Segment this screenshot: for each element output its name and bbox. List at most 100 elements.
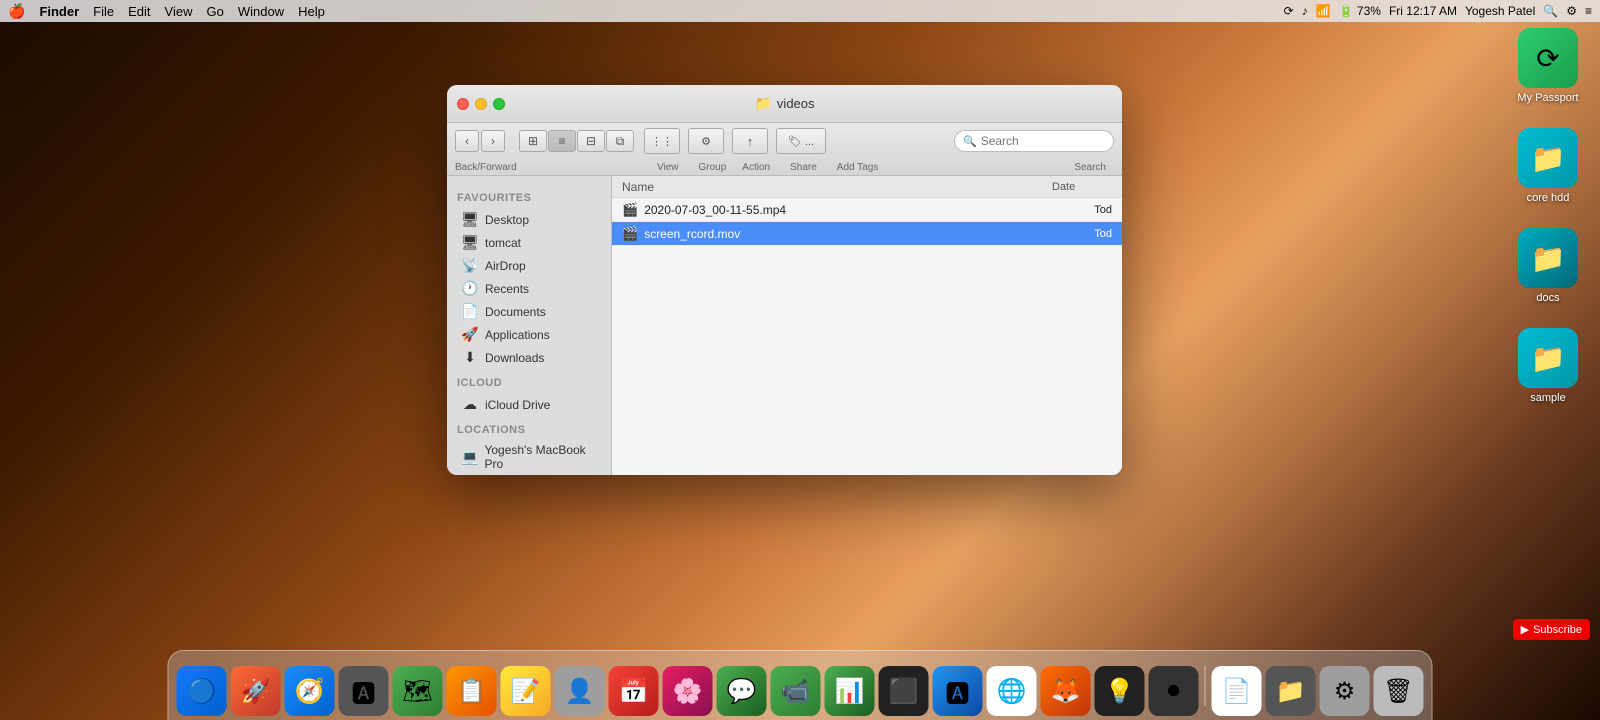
dock-calendar[interactable]: 📅 (609, 666, 659, 716)
subscribe-button[interactable]: ▶ Subscribe (1513, 619, 1590, 640)
dock-separator (1205, 666, 1206, 706)
view-icon-button[interactable]: ⊞ (519, 130, 547, 152)
file-list: Name Date 🎬 2020-07-03_00-11-55.mp4 Tod … (612, 176, 1122, 475)
icloud-icon: ☁ (461, 396, 479, 413)
menubar-view[interactable]: View (165, 4, 193, 19)
tomcat-icon: 🖥 (461, 234, 479, 251)
desktop-icon-timemachine[interactable]: ⟳ My Passport (1508, 28, 1588, 104)
file-name: 2020-07-03_00-11-55.mp4 (644, 203, 1052, 217)
dock-trash[interactable]: 🗑 (1374, 666, 1424, 716)
dock-obs[interactable]: ⏺ (1149, 666, 1199, 716)
search-box[interactable]: 🔍 (954, 130, 1114, 152)
wifi-icon: 📶 (1316, 4, 1331, 18)
forward-button[interactable]: › (481, 130, 505, 152)
minimize-button[interactable] (475, 98, 487, 110)
sidebar-item-downloads[interactable]: ⬇ Downloads (451, 346, 607, 369)
audio-icon: ♪ (1302, 4, 1308, 18)
view-buttons: ⊞ ≡ ⊟ ⧉ (519, 130, 634, 152)
file-icon: 🎬 (622, 202, 638, 218)
dock-safari[interactable]: 🧭 (285, 666, 335, 716)
desktop-icon: 🖥 (461, 211, 479, 228)
dock-maps[interactable]: 🗺 (393, 666, 443, 716)
battery-status: 🔋 73% (1339, 4, 1381, 18)
menubar-go[interactable]: Go (206, 4, 223, 19)
table-row[interactable]: 🎬 2020-07-03_00-11-55.mp4 Tod (612, 198, 1122, 222)
action-label: Action (742, 162, 770, 173)
file-list-header: Name Date (612, 176, 1122, 198)
dock-chrome[interactable]: 🌐 (987, 666, 1037, 716)
applications-icon: 🚀 (461, 326, 479, 343)
control-center-icon[interactable]: ⚙ (1566, 4, 1577, 18)
youtube-icon: ▶ (1521, 623, 1529, 636)
table-row[interactable]: 🎬 screen_rcord.mov Tod (612, 222, 1122, 246)
group-button[interactable]: ⋮⋮ (644, 128, 680, 154)
time-machine-icon: ⟳ (1284, 4, 1294, 18)
sidebar-item-icloud-drive[interactable]: ☁ iCloud Drive (451, 393, 607, 416)
view-gallery-button[interactable]: ⧉ (606, 130, 634, 152)
dock-launchpad[interactable]: 🚀 (231, 666, 281, 716)
sidebar-item-tomcat[interactable]: 🖥 tomcat (451, 231, 607, 254)
dock-filemanager[interactable]: 📁 (1266, 666, 1316, 716)
dock-contacts[interactable]: 👤 (555, 666, 605, 716)
favourites-title: Favourites (447, 184, 611, 208)
dock-facetime[interactable]: 📹 (771, 666, 821, 716)
traffic-lights (457, 98, 505, 110)
desktop-icon-docs[interactable]: 📁 docs (1508, 228, 1588, 304)
view-list-button[interactable]: ≡ (548, 130, 576, 152)
close-button[interactable] (457, 98, 469, 110)
sidebar-item-airdrop[interactable]: 📡 AirDrop (451, 254, 607, 277)
user-name: Yogesh Patel (1465, 4, 1535, 18)
dock-clipboard[interactable]: 📋 (447, 666, 497, 716)
col-name-header: Name (622, 180, 1052, 194)
downloads-icon: ⬇ (461, 349, 479, 366)
col-date-header: Date (1052, 181, 1112, 193)
addtags-button[interactable]: 🏷 ... (776, 128, 826, 154)
search-icon[interactable]: 🔍 (1543, 4, 1558, 18)
sidebar-item-recents[interactable]: 🕐 Recents (451, 277, 607, 300)
recents-icon: 🕐 (461, 280, 479, 297)
dock-messages[interactable]: 💬 (717, 666, 767, 716)
dock-intellij[interactable]: 💡 (1095, 666, 1145, 716)
action-button[interactable]: ⚙ (688, 128, 724, 154)
dock: 🔵 🚀 🧭 🅰 🗺 📋 📝 👤 📅 🌸 💬 📹 📊 ⬛ 🅰 🌐 🦊 💡 ⏺ 📄 … (168, 650, 1433, 720)
menubar-finder[interactable]: Finder (39, 4, 79, 19)
sidebar: Favourites 🖥 Desktop 🖥 tomcat 📡 AirDrop … (447, 176, 612, 475)
desktop-icon-sample[interactable]: 📁 sample (1508, 328, 1588, 404)
documents-icon: 📄 (461, 303, 479, 320)
sidebar-item-desktop[interactable]: 🖥 Desktop (451, 208, 607, 231)
dock-stickies[interactable]: 📝 (501, 666, 551, 716)
search-input[interactable] (981, 134, 1105, 148)
maximize-button[interactable] (493, 98, 505, 110)
view-column-button[interactable]: ⊟ (577, 130, 605, 152)
share-button[interactable]: ↑ (732, 128, 768, 154)
view-label: View (657, 162, 679, 173)
menubar-help[interactable]: Help (298, 4, 325, 19)
share-label: Share (790, 162, 817, 173)
nav-buttons: ‹ › (455, 130, 505, 152)
dock-firefox[interactable]: 🦊 (1041, 666, 1091, 716)
dock-numbers[interactable]: 📊 (825, 666, 875, 716)
menubar-edit[interactable]: Edit (128, 4, 150, 19)
dock-appstore[interactable]: 🅰 (933, 666, 983, 716)
window-titlebar: 📁 videos (447, 85, 1122, 123)
menu-extras-icon[interactable]: ≡ (1585, 4, 1592, 18)
desktop-icon-corehdd[interactable]: 📁 core hdd (1508, 128, 1588, 204)
menubar-file[interactable]: File (93, 4, 114, 19)
file-date: Tod (1052, 228, 1112, 240)
sidebar-item-applications[interactable]: 🚀 Applications (451, 323, 607, 346)
file-date: Tod (1052, 204, 1112, 216)
dock-finder[interactable]: 🔵 (177, 666, 227, 716)
menubar-window[interactable]: Window (238, 4, 284, 19)
folder-icon: 📁 (754, 95, 771, 112)
dock-photos[interactable]: 🌸 (663, 666, 713, 716)
dock-sysprefs[interactable]: ⚙ (1320, 666, 1370, 716)
sidebar-item-macbook[interactable]: 💻 Yogesh's MacBook Pro (451, 440, 607, 474)
airdrop-icon: 📡 (461, 257, 479, 274)
back-button[interactable]: ‹ (455, 130, 479, 152)
sidebar-item-documents[interactable]: 📄 Documents (451, 300, 607, 323)
sidebar-item-mypassport[interactable]: 💾 My Passport ⏏ (451, 474, 607, 475)
dock-terminal[interactable]: ⬛ (879, 666, 929, 716)
apple-menu[interactable]: 🍎 (8, 3, 25, 20)
dock-rocket[interactable]: 🅰 (339, 666, 389, 716)
dock-texteditor[interactable]: 📄 (1212, 666, 1262, 716)
